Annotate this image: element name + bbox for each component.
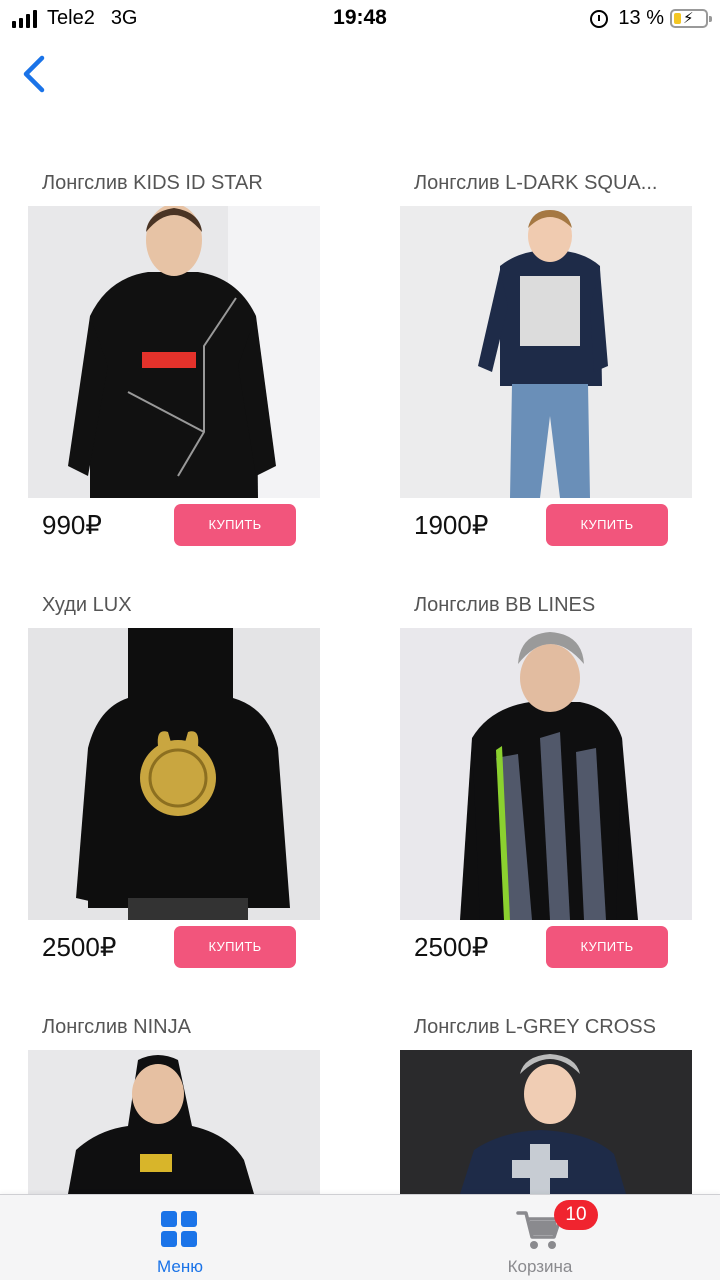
grid-icon xyxy=(161,1211,197,1247)
status-right: 13 % ⚡ xyxy=(590,7,712,30)
buy-button[interactable]: КУПИТЬ xyxy=(546,504,668,546)
product-image[interactable] xyxy=(28,206,320,498)
product-title: Лонгслив KIDS ID STAR xyxy=(42,172,263,194)
buy-button[interactable]: КУПИТЬ xyxy=(174,926,296,968)
product-image[interactable] xyxy=(28,628,320,920)
product-image[interactable] xyxy=(400,1050,692,1194)
alarm-icon xyxy=(590,9,609,28)
product-title: Лонгслив L-DARK SQUA... xyxy=(414,172,658,194)
tab-menu[interactable]: Меню xyxy=(0,1195,360,1280)
back-button[interactable] xyxy=(16,52,60,96)
cart-badge: 10 xyxy=(554,1200,598,1230)
product-image[interactable] xyxy=(400,206,692,498)
product-title: Лонгслив NINJA xyxy=(42,1016,191,1038)
buy-button[interactable]: КУПИТЬ xyxy=(174,504,296,546)
status-bar: Tele2 3G 19:48 13 % ⚡ xyxy=(0,0,720,38)
product-image[interactable] xyxy=(28,1050,320,1194)
tab-bar: Меню Корзина xyxy=(0,1194,720,1280)
product-price: 1900₽ xyxy=(414,510,489,540)
product-title: Худи LUX xyxy=(42,594,132,616)
battery-percent: 13 % xyxy=(618,7,664,29)
tab-cart[interactable]: Корзина xyxy=(360,1195,720,1280)
tab-menu-label: Меню xyxy=(157,1257,203,1276)
tab-cart-label: Корзина xyxy=(507,1257,573,1276)
buy-button[interactable]: КУПИТЬ xyxy=(546,926,668,968)
product-title: Лонгслив L-GREY CROSS xyxy=(414,1016,656,1038)
battery-icon: ⚡ xyxy=(670,9,712,28)
chevron-left-icon xyxy=(23,55,45,93)
product-price: 2500₽ xyxy=(414,932,489,962)
product-price: 990₽ xyxy=(42,510,102,540)
product-title: Лонгслив BB LINES xyxy=(414,594,596,616)
product-price: 2500₽ xyxy=(42,932,117,962)
product-image[interactable] xyxy=(400,628,692,920)
